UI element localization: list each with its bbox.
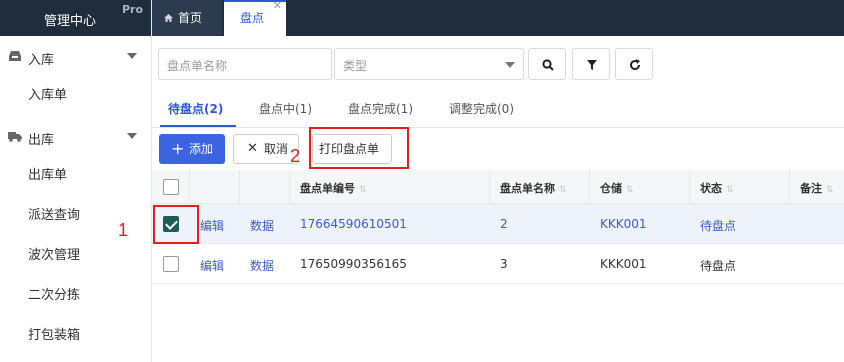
sidebar-group-inbound[interactable]: 入库 <box>0 36 151 76</box>
sort-icon[interactable]: ⇅ <box>359 185 367 195</box>
search-button[interactable] <box>528 48 566 80</box>
close-icon[interactable]: ✕ <box>273 0 282 12</box>
annotation-box-step1 <box>153 205 199 244</box>
sidebar: 管理中心 Pro 入库 入库单 出库 出库单 派送查询 波次管理 二次分拣 打包… <box>0 0 152 362</box>
plus-icon: + <box>171 139 185 158</box>
column-header-code[interactable]: 盘点单编号 ⇅ <box>300 180 367 196</box>
tab-in-progress[interactable]: 盘点中(1) <box>259 100 312 117</box>
tab-adjusted[interactable]: 调整完成(0) <box>449 100 514 117</box>
add-button-label: 添加 <box>189 142 214 156</box>
table-row[interactable]: 编辑 数据 17650990356165 3 KKK001 待盘点 <box>152 244 844 284</box>
row-name[interactable]: 2 <box>500 217 508 231</box>
chevron-down-icon <box>127 133 137 139</box>
column-header-status[interactable]: 状态 ⇅ <box>700 180 734 196</box>
active-tab-indicator <box>160 125 236 127</box>
annotation-number-step2: 2 <box>290 146 301 166</box>
brand-header: 管理中心 Pro <box>0 0 151 36</box>
row-status: 待盘点 <box>700 259 737 273</box>
type-select[interactable]: 类型 <box>334 48 524 80</box>
column-header-remark[interactable]: 备注 ⇅ <box>800 180 834 196</box>
row-status[interactable]: 待盘点 <box>700 217 736 234</box>
sidebar-group-label: 入库 <box>28 53 55 68</box>
column-divider <box>239 170 240 204</box>
home-icon <box>164 14 173 22</box>
brand-pro-badge: Pro <box>121 3 143 16</box>
column-header-name[interactable]: 盘点单名称 ⇅ <box>500 180 567 196</box>
column-divider <box>189 170 190 204</box>
data-link[interactable]: 数据 <box>250 217 274 234</box>
annotation-number-step1: 1 <box>118 220 129 240</box>
refresh-button[interactable] <box>615 48 653 80</box>
chevron-down-icon <box>505 62 515 68</box>
column-header-label: 盘点单名称 <box>500 182 555 195</box>
column-header-warehouse[interactable]: 仓储 ⇅ <box>600 180 634 196</box>
tab-inventory-check[interactable]: 盘点 ✕ <box>224 0 286 36</box>
sort-icon[interactable]: ⇅ <box>726 185 734 195</box>
filter-bar: 盘点单名称 类型 <box>152 36 844 92</box>
cancel-button-label: 取消 <box>264 142 289 156</box>
column-divider <box>289 170 290 204</box>
column-header-label: 备注 <box>800 182 822 195</box>
tab-pending[interactable]: 待盘点(2) <box>168 100 223 117</box>
annotation-box-step2 <box>309 127 409 169</box>
inventory-table: 盘点单编号 ⇅ 盘点单名称 ⇅ 仓储 ⇅ 状态 ⇅ 备注 ⇅ 编辑 数据 17664590… <box>152 170 844 284</box>
chevron-down-icon <box>127 53 137 59</box>
column-header-label: 盘点单编号 <box>300 182 355 195</box>
sidebar-group-outbound[interactable]: 出库 <box>0 116 151 156</box>
edit-link[interactable]: 编辑 <box>200 217 224 234</box>
row-warehouse[interactable]: KKK001 <box>600 217 647 231</box>
row-warehouse: KKK001 <box>600 257 647 271</box>
filter-icon <box>587 60 597 70</box>
table-header: 盘点单编号 ⇅ 盘点单名称 ⇅ 仓储 ⇅ 状态 ⇅ 备注 ⇅ <box>152 170 844 204</box>
row-code: 17650990356165 <box>300 257 407 271</box>
edit-link[interactable]: 编辑 <box>200 257 224 274</box>
tab-home-label: 首页 <box>178 11 203 25</box>
column-divider <box>589 170 590 204</box>
sort-icon[interactable]: ⇅ <box>626 185 634 195</box>
main-content: 盘点单名称 类型 待盘点(2) 盘点中(1) 盘点完成(1) 调整完成(0) +… <box>152 36 844 362</box>
brand-title: 管理中心 <box>44 14 97 29</box>
tab-home[interactable]: 首页 <box>152 0 222 36</box>
sidebar-item-inbound-order[interactable]: 入库单 <box>0 76 151 116</box>
column-divider <box>689 170 690 204</box>
add-button[interactable]: + 添加 <box>159 134 225 164</box>
row-code[interactable]: 17664590610501 <box>300 217 407 231</box>
name-search-placeholder: 盘点单名称 <box>167 59 228 73</box>
sidebar-item-outbound-order[interactable]: 出库单 <box>0 156 151 196</box>
sort-icon[interactable]: ⇅ <box>826 185 834 195</box>
sidebar-item-secondary-sorting[interactable]: 二次分拣 <box>0 276 151 316</box>
sidebar-item-wave-management[interactable]: 波次管理 <box>0 236 151 276</box>
truck-icon <box>8 132 22 142</box>
filter-button[interactable] <box>572 48 610 80</box>
app-root: 管理中心 Pro 入库 入库单 出库 出库单 派送查询 波次管理 二次分拣 打包… <box>0 0 844 362</box>
sort-icon[interactable]: ⇅ <box>559 185 567 195</box>
column-divider <box>789 170 790 204</box>
search-icon <box>542 59 554 71</box>
name-search-input[interactable]: 盘点单名称 <box>158 48 332 80</box>
tab-completed[interactable]: 盘点完成(1) <box>348 100 413 117</box>
column-divider <box>489 170 490 204</box>
column-header-label: 状态 <box>700 182 722 195</box>
type-select-placeholder: 类型 <box>343 59 368 73</box>
row-name: 3 <box>500 257 508 271</box>
select-all-checkbox[interactable] <box>163 179 179 195</box>
row-checkbox[interactable] <box>163 256 179 272</box>
close-icon: ✕ <box>247 141 258 156</box>
tab-inventory-check-label: 盘点 <box>240 11 265 25</box>
data-link[interactable]: 数据 <box>250 257 274 274</box>
status-tabs: 待盘点(2) 盘点中(1) 盘点完成(1) 调整完成(0) <box>152 92 844 128</box>
sidebar-item-packing[interactable]: 打包装箱 <box>0 316 151 356</box>
sidebar-item-delivery-query[interactable]: 派送查询 <box>0 196 151 236</box>
top-tab-bar: 首页 盘点 ✕ <box>152 0 844 36</box>
refresh-icon <box>630 59 641 71</box>
table-row[interactable]: 编辑 数据 17664590610501 2 KKK001 待盘点 <box>152 204 844 244</box>
sidebar-group-label: 出库 <box>28 133 55 148</box>
action-toolbar: + 添加 ✕ 取消 打印盘点单 <box>152 128 844 170</box>
column-header-label: 仓储 <box>600 182 622 195</box>
inbox-icon <box>9 51 21 61</box>
